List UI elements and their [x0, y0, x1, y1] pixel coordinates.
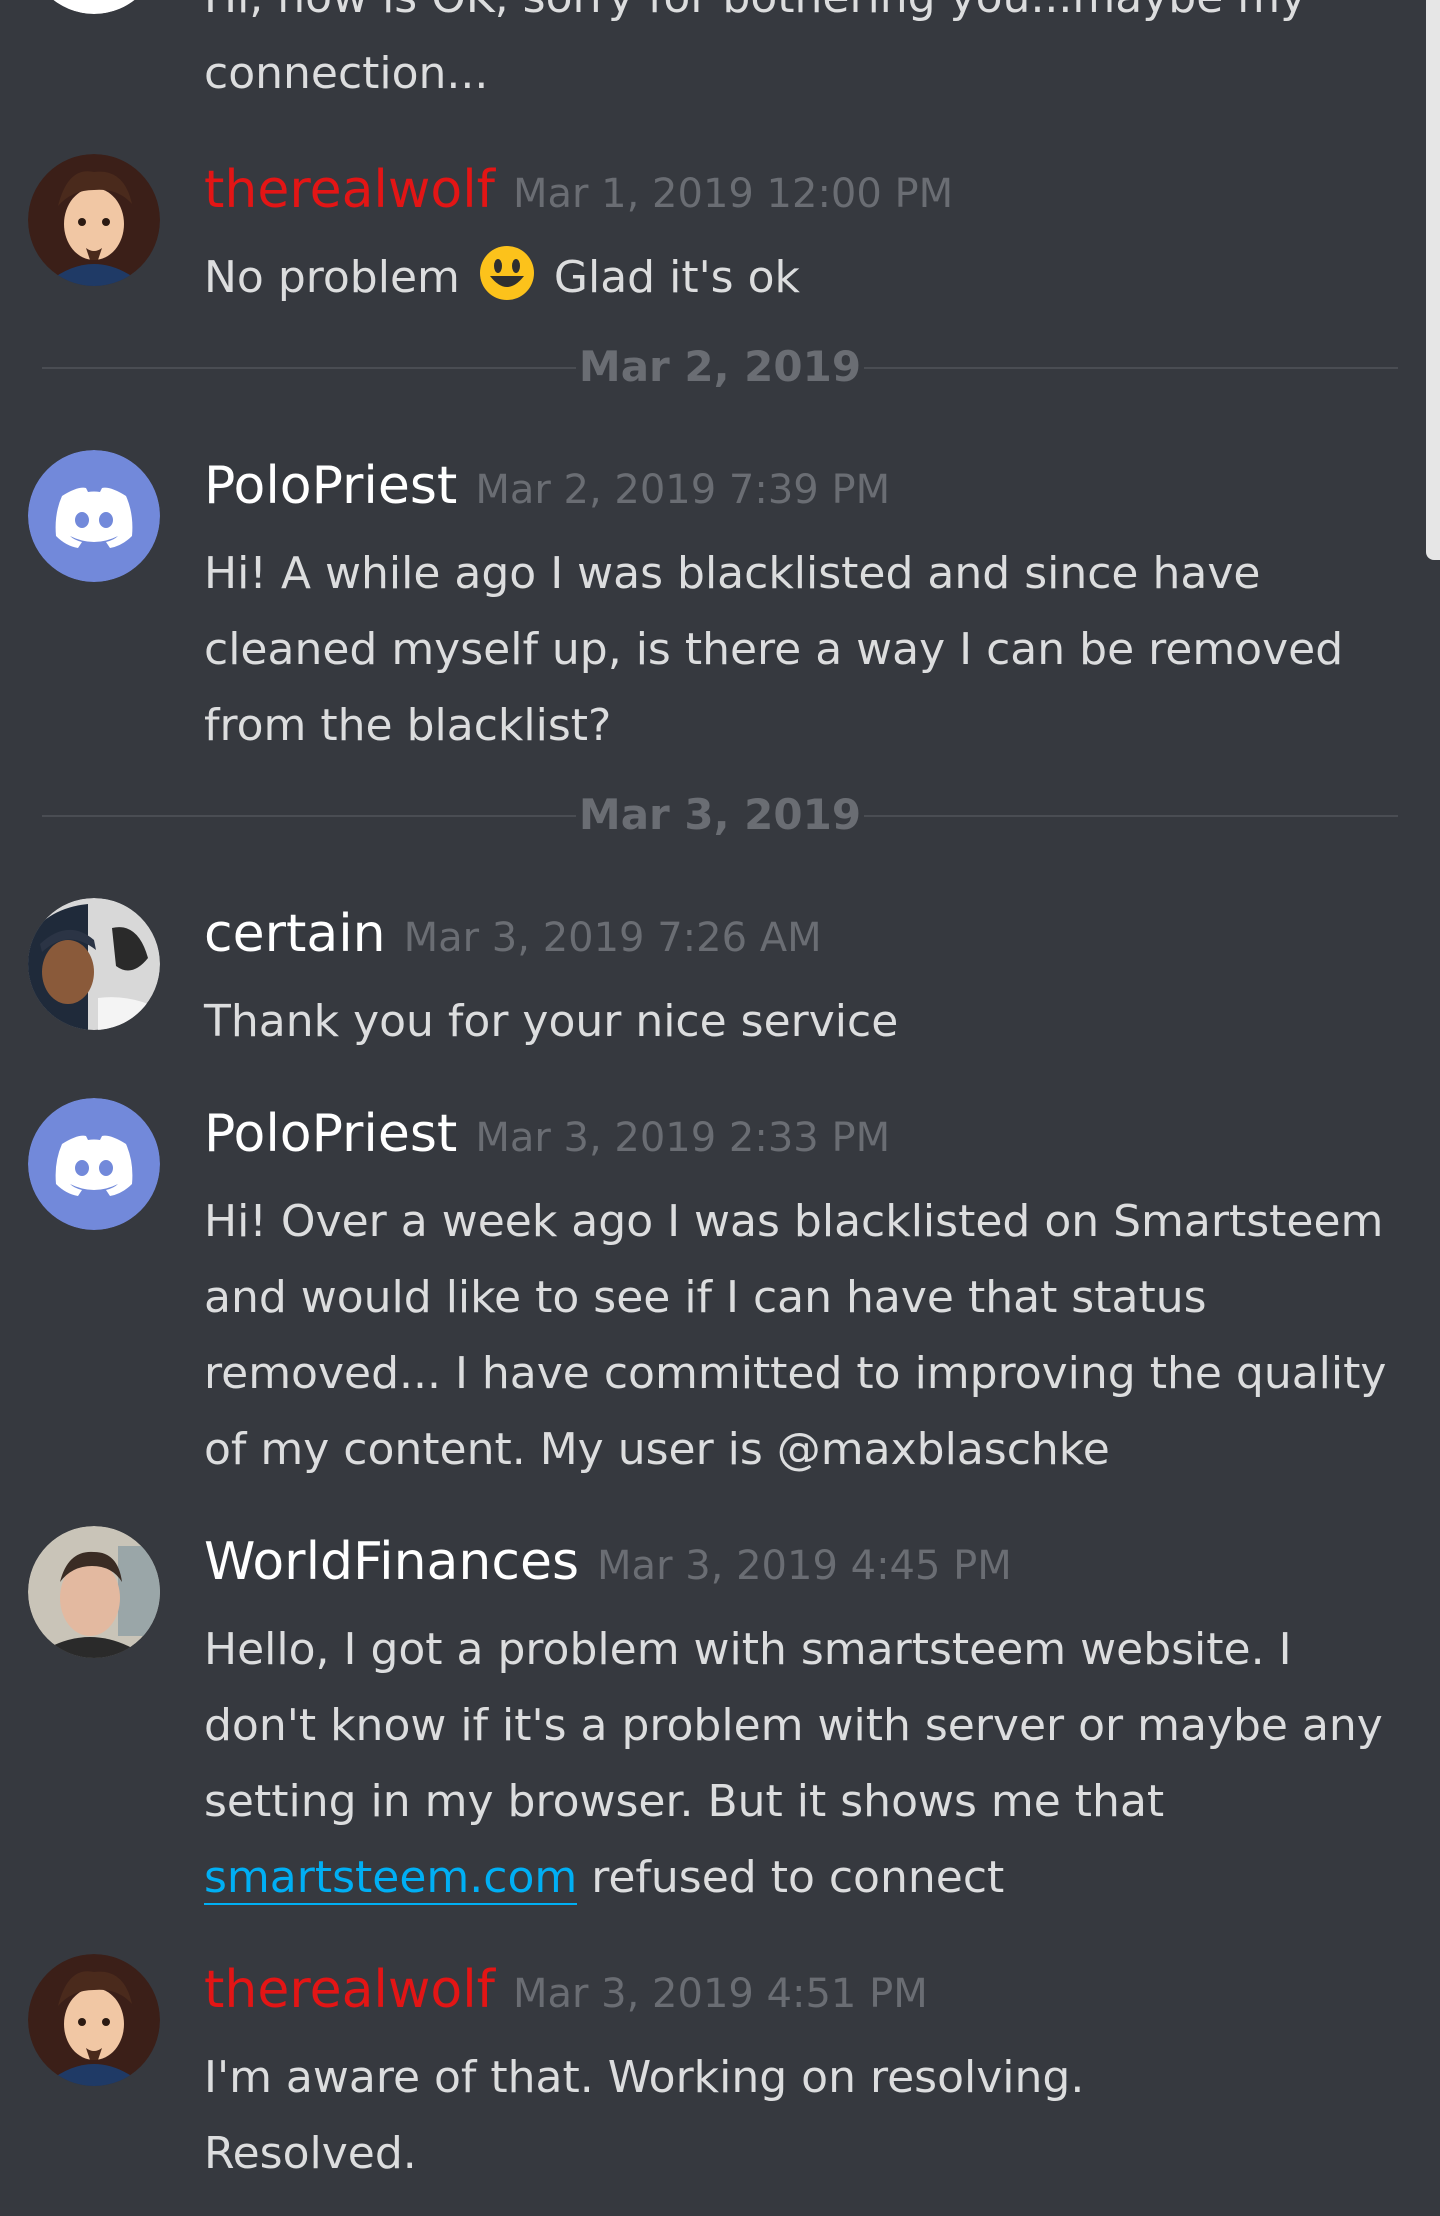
avatar[interactable]	[28, 0, 160, 14]
avatar[interactable]	[28, 898, 160, 1030]
avatar[interactable]	[28, 1526, 160, 1658]
username[interactable]: therealwolf	[204, 1960, 495, 2020]
wolf-avatar-icon	[28, 154, 160, 286]
avatar[interactable]	[28, 1954, 160, 2086]
chat-messages-pane[interactable]: Hi, now is OK, sorry for bothering you..…	[0, 0, 1440, 2216]
avatar[interactable]	[28, 1098, 160, 1230]
date-divider: Mar 2, 2019	[42, 342, 1398, 392]
username[interactable]: therealwolf	[204, 160, 495, 220]
smiley-emoji-icon[interactable]	[478, 244, 536, 302]
timestamp: Mar 3, 2019 2:33 PM	[475, 1115, 891, 1161]
message-text: I'm aware of that. Working on resolving.…	[204, 2040, 1404, 2192]
smartsteem-link[interactable]: smartsteem.com	[204, 1852, 578, 1905]
avatar[interactable]	[28, 450, 160, 582]
divider-line	[42, 815, 576, 817]
avatar[interactable]	[28, 154, 160, 286]
divider-line	[864, 815, 1398, 817]
message-line: I'm aware of that. Working on resolving.	[204, 2052, 1085, 2103]
timestamp: Mar 1, 2019 12:00 PM	[512, 171, 954, 217]
default-avatar-icon	[53, 0, 135, 14]
divider-label: Mar 2, 2019	[578, 342, 862, 391]
discord-logo-icon	[28, 450, 160, 582]
message-line: Resolved.	[204, 2128, 417, 2179]
message-text: Hello, I got a problem with smartsteem w…	[204, 1612, 1404, 1916]
username[interactable]: certain	[204, 904, 386, 964]
user-photo-icon	[28, 1526, 160, 1658]
date-divider: Mar 3, 2019	[42, 790, 1398, 840]
message-text: Hi, now is OK, sorry for bothering you..…	[204, 0, 1306, 99]
username[interactable]: WorldFinances	[204, 1532, 579, 1592]
timestamp: Mar 3, 2019 4:51 PM	[512, 1971, 928, 2017]
message-text-part: Glad it's ok	[553, 252, 800, 303]
divider-line	[864, 367, 1398, 369]
message-text: Thank you for your nice service	[204, 996, 899, 1047]
message-text-part: refused to connect	[577, 1852, 1005, 1903]
divider-label: Mar 3, 2019	[578, 790, 862, 839]
timestamp: Mar 2, 2019 7:39 PM	[475, 467, 891, 513]
message-text: Hi! Over a week ago I was blacklisted on…	[204, 1196, 1387, 1475]
message-text-part: Hello, I got a problem with smartsteem w…	[204, 1624, 1383, 1827]
username[interactable]: PoloPriest	[204, 456, 457, 516]
timestamp: Mar 3, 2019 7:26 AM	[403, 915, 822, 961]
message-text: No problem Glad it's ok	[204, 240, 1404, 316]
wolf-avatar-icon	[28, 1954, 160, 2086]
message-text-part: No problem	[204, 252, 460, 303]
timestamp: Mar 3, 2019 4:45 PM	[597, 1543, 1012, 1589]
username[interactable]: PoloPriest	[204, 1104, 457, 1164]
message-text: Hi! A while ago I was blacklisted and si…	[204, 548, 1344, 751]
user-photo-icon	[28, 898, 160, 1030]
divider-line	[42, 367, 576, 369]
scrollbar-thumb[interactable]	[1426, 0, 1440, 560]
discord-logo-icon	[28, 1098, 160, 1230]
